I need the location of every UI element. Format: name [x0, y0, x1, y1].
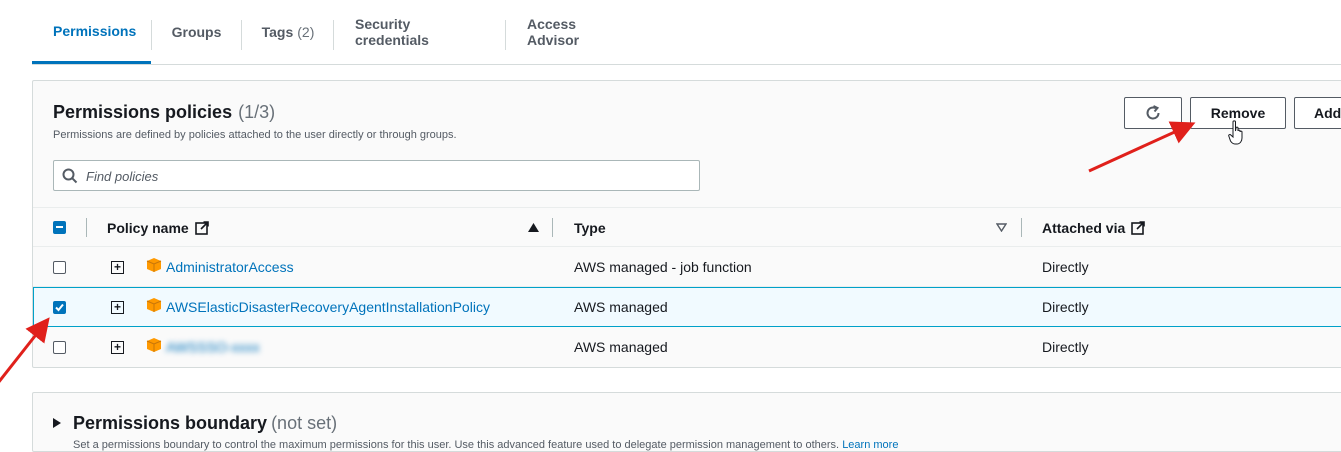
expand-row-icon[interactable]: +: [111, 301, 124, 314]
row-checkbox[interactable]: [53, 341, 66, 354]
learn-more-link[interactable]: Learn more: [842, 439, 898, 451]
boundary-status: (not set): [271, 413, 338, 433]
panel-title-text: Permissions policies: [53, 102, 233, 122]
policy-type: AWS managed: [574, 339, 668, 355]
add-permissions-button[interactable]: Add: [1294, 97, 1341, 129]
external-link-icon: [194, 220, 209, 235]
policy-type: AWS managed: [574, 299, 668, 315]
search-icon: [62, 168, 78, 184]
find-policies-input[interactable]: [84, 165, 688, 188]
add-button-label: Add: [1314, 105, 1341, 121]
expand-row-icon[interactable]: +: [111, 341, 124, 354]
select-all-checkbox[interactable]: [53, 221, 66, 234]
caret-right-icon[interactable]: [53, 418, 61, 428]
policy-name-link[interactable]: AWSElasticDisasterRecoveryAgentInstallat…: [166, 287, 490, 327]
boundary-description: Set a permissions boundary to control th…: [73, 439, 898, 451]
table-row[interactable]: + AWSElasticDisasterRecoveryAgentInstall…: [33, 287, 1341, 327]
attached-via: Directly: [1042, 299, 1089, 315]
tab-groups[interactable]: Groups: [152, 0, 241, 63]
panel-description: Permissions are defined by policies atta…: [53, 129, 457, 141]
tab-tags[interactable]: Tags (2): [242, 0, 334, 63]
table-header: Policy name Type Attached via: [33, 207, 1341, 247]
policy-name-link-redacted[interactable]: AWSSSO-xxxx: [166, 327, 260, 367]
attached-via: Directly: [1042, 259, 1089, 275]
policy-name-link[interactable]: AdministratorAccess: [166, 247, 294, 287]
table-row[interactable]: + AdministratorAccess AWS managed - job …: [33, 247, 1341, 287]
row-checkbox[interactable]: [53, 261, 66, 274]
permissions-boundary-panel[interactable]: Permissions boundary (not set) Set a perm…: [32, 392, 1341, 452]
row-checkbox[interactable]: [53, 301, 66, 314]
tab-permissions-label: Permissions: [53, 22, 137, 39]
column-separator[interactable]: [552, 218, 553, 237]
refresh-icon: [1146, 105, 1160, 120]
aws-policy-icon: [146, 298, 162, 312]
sort-ascending-icon[interactable]: [528, 223, 539, 232]
column-header-policy-name[interactable]: Policy name: [107, 208, 209, 247]
column-header-type[interactable]: Type: [574, 208, 606, 247]
hand-cursor-icon: [1228, 120, 1243, 145]
table-row[interactable]: + AWSSSO-xxxx AWS managed Directly: [33, 327, 1341, 367]
permissions-policies-panel: Permissions policies (1/3) Permissions ar…: [32, 80, 1341, 368]
sort-icon[interactable]: [996, 223, 1007, 232]
policy-name-label: Policy name: [107, 219, 189, 236]
column-header-attached-via[interactable]: Attached via: [1042, 208, 1146, 247]
tab-bar: Permissions Groups Tags (2) Security cred…: [32, 0, 1341, 65]
tab-tags-count: (2): [297, 23, 315, 40]
tab-groups-label: Groups: [171, 23, 222, 40]
attached-via-label: Attached via: [1042, 219, 1126, 236]
remove-button-label: Remove: [1210, 105, 1266, 121]
tab-security-credentials-label: Security credentials: [355, 15, 429, 48]
indeterminate-mark: [56, 226, 63, 228]
panel-title: Permissions policies (1/3): [53, 102, 275, 123]
external-link-icon: [1131, 220, 1146, 235]
boundary-title[interactable]: Permissions boundary (not set): [73, 413, 337, 434]
column-separator[interactable]: [1021, 218, 1022, 237]
selection-count: (1/3): [238, 102, 276, 122]
search-box: [53, 160, 700, 191]
refresh-button[interactable]: [1124, 97, 1182, 129]
checkmark-icon: [55, 303, 64, 312]
tab-permissions[interactable]: Permissions: [32, 0, 151, 64]
policy-type: AWS managed - job function: [574, 259, 752, 275]
expand-row-icon[interactable]: +: [111, 261, 124, 274]
tab-security-credentials[interactable]: Security credentials: [334, 0, 505, 63]
aws-policy-icon: [146, 258, 162, 272]
tab-access-advisor[interactable]: Access Advisor: [506, 0, 643, 63]
boundary-title-text: Permissions boundary: [73, 413, 268, 433]
boundary-description-text: Set a permissions boundary to control th…: [73, 439, 840, 451]
tab-access-advisor-label: Access Advisor: [527, 15, 580, 48]
column-separator: [86, 218, 87, 237]
attached-via: Directly: [1042, 339, 1089, 355]
tab-tags-label: Tags: [261, 23, 294, 40]
aws-policy-icon: [146, 338, 162, 352]
